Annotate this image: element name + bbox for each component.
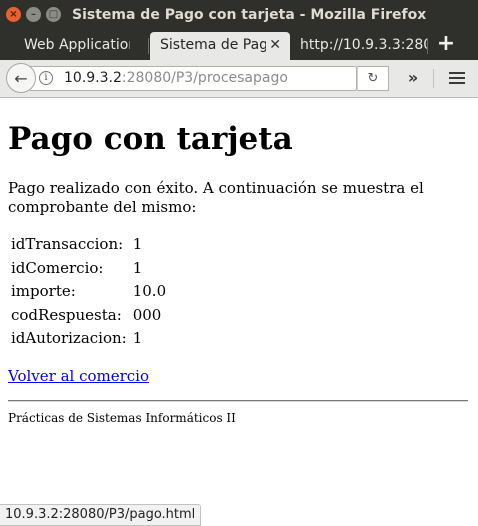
receipt-row: idComercio: 1 bbox=[9, 257, 168, 281]
success-message: Pago realizado con éxito. A continuación… bbox=[8, 179, 424, 216]
receipt-field-value: 10.0 bbox=[132, 282, 167, 300]
page-title: Pago con tarjeta bbox=[8, 121, 293, 157]
tab-strip: Web Application Sistema de Pago con tarj… bbox=[0, 30, 478, 60]
new-tab-button[interactable]: + bbox=[436, 30, 456, 60]
tab-sistema-de-pago[interactable]: Sistema de Pago con tarjeta ✕ bbox=[150, 32, 290, 60]
window-title: Sistema de Pago con tarjeta - Mozilla Fi… bbox=[72, 7, 427, 23]
window-controls: × – □ bbox=[6, 7, 61, 22]
window-titlebar: × – □ Sistema de Pago con tarjeta - Mozi… bbox=[0, 0, 478, 30]
overflow-menu-button[interactable]: » bbox=[403, 66, 423, 91]
receipt-row: codRespuesta: 000 bbox=[9, 304, 168, 328]
navigation-toolbar: i 10.9.3.2:28080/P3/procesapago ← ↻ » bbox=[0, 60, 478, 98]
receipt-field-label: idTransaccion: bbox=[11, 235, 124, 253]
tab-label: http://10.9.3.3:28080/ bbox=[300, 37, 428, 53]
receipt-field-label: idAutorizacion: bbox=[11, 329, 127, 347]
tab-http-10-9-3-3[interactable]: http://10.9.3.3:28080/ bbox=[290, 32, 430, 60]
hamburger-menu-icon[interactable] bbox=[449, 72, 465, 85]
overflow-chevron-icon: » bbox=[407, 68, 419, 87]
url-text: 10.9.3.2:28080/P3/procesapago bbox=[64, 67, 288, 90]
page-footer: Prácticas de Sistemas Informáticos II bbox=[8, 411, 236, 425]
receipt-field-value: 1 bbox=[132, 258, 143, 277]
receipt-field-label: idComercio: bbox=[11, 258, 104, 277]
tab-separator bbox=[427, 38, 428, 54]
receipt-field-label: codRespuesta: bbox=[11, 305, 122, 324]
window-minimize-button[interactable]: – bbox=[26, 7, 41, 22]
back-button[interactable]: ← bbox=[6, 63, 36, 93]
tab-close-icon[interactable]: ✕ bbox=[269, 32, 281, 58]
return-to-merchant-link[interactable]: Volver al comercio bbox=[8, 366, 149, 386]
window-close-button[interactable]: × bbox=[6, 7, 21, 22]
reload-icon: ↻ bbox=[367, 71, 379, 86]
receipt-row: importe: 10.0 bbox=[9, 280, 168, 304]
window-maximize-button[interactable]: □ bbox=[46, 7, 61, 22]
toolbar-separator bbox=[433, 69, 434, 88]
receipt-row: idTransaccion: 1 bbox=[9, 233, 168, 257]
receipt-row: idAutorizacion: 1 bbox=[9, 327, 168, 351]
url-host: 10.9.3.2 bbox=[64, 70, 122, 86]
tab-web-application[interactable]: Web Application bbox=[14, 32, 152, 60]
tab-label: Sistema de Pago con tarjeta bbox=[160, 37, 266, 53]
url-path: :28080/P3/procesapago bbox=[121, 70, 288, 86]
footer-divider bbox=[8, 400, 468, 402]
tab-separator bbox=[148, 38, 149, 54]
receipt-table: idTransaccion: 1 idComercio: 1 importe: 10.0 c… bbox=[9, 233, 168, 351]
receipt-field-value: 1 bbox=[132, 329, 143, 347]
reload-button[interactable]: ↻ bbox=[357, 66, 389, 91]
url-bar[interactable]: i 10.9.3.2:28080/P3/procesapago bbox=[30, 66, 357, 91]
tab-label: Web Application bbox=[24, 37, 130, 53]
receipt-field-label: importe: bbox=[11, 282, 76, 300]
receipt-field-value: 000 bbox=[132, 305, 162, 324]
status-bar-link-preview: 10.9.3.2:28080/P3/pago.html bbox=[0, 504, 202, 526]
back-arrow-icon: ← bbox=[14, 68, 28, 88]
receipt-field-value: 1 bbox=[132, 235, 143, 253]
site-info-icon[interactable]: i bbox=[39, 71, 53, 85]
